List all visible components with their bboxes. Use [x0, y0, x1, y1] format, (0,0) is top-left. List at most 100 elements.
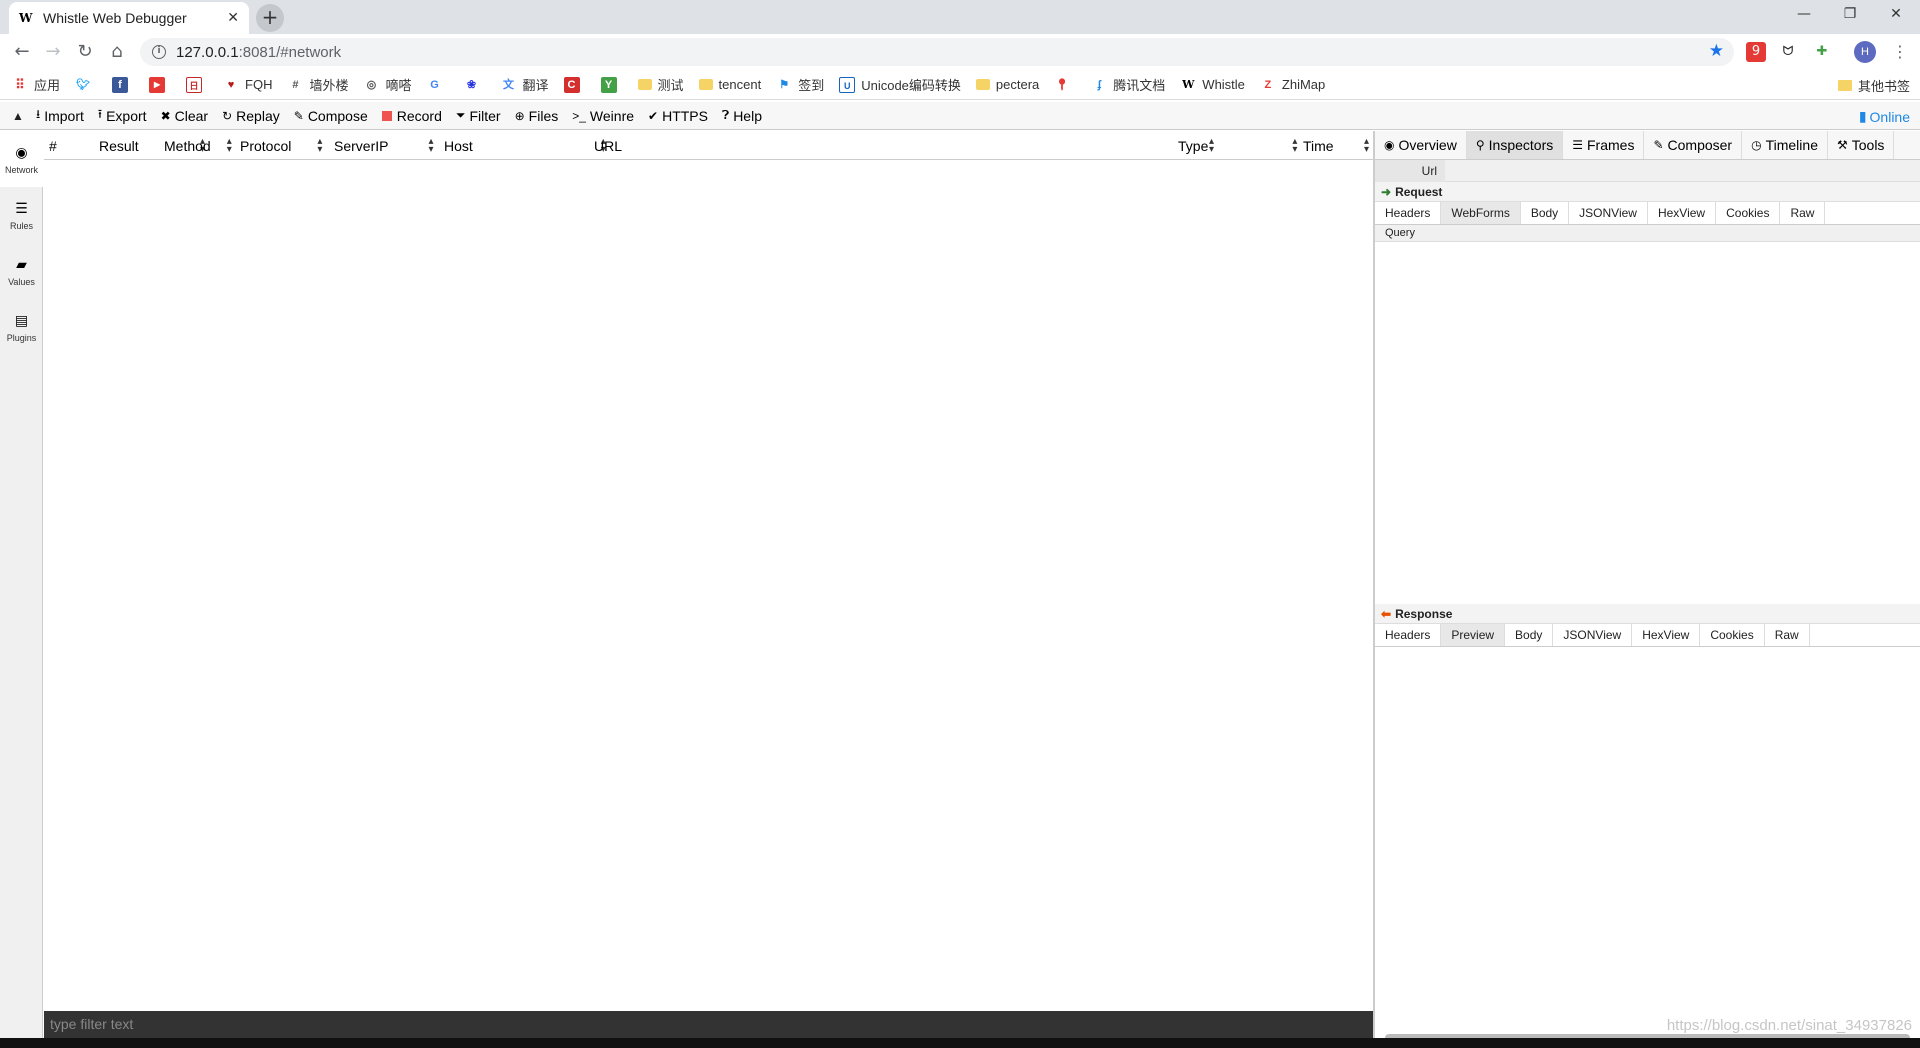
request-tab-raw[interactable]: Raw	[1780, 202, 1826, 224]
export-icon: ⭱	[97, 107, 103, 121]
weinre-button[interactable]: >_ Weinre	[572, 108, 634, 124]
reload-button[interactable]: ↻	[73, 40, 97, 64]
map-pin-icon: 📍︎	[1055, 78, 1070, 91]
tab-composer[interactable]: ✎ Composer	[1644, 131, 1743, 159]
address-bar[interactable]: i 127.0.0.1:8081/#network ★	[140, 38, 1734, 66]
bookmark-calendar[interactable]: 日	[186, 76, 208, 93]
apps-grid-icon: ⠿	[15, 76, 25, 92]
profile-avatar[interactable]: H	[1854, 41, 1876, 63]
extension-cat-icon[interactable]: ᗢ	[1778, 42, 1798, 62]
network-filter-input[interactable]: type filter text	[44, 1011, 1373, 1038]
bookmark-c[interactable]: C	[563, 76, 586, 93]
bookmark-zhimap[interactable]: Z ZhiMap	[1260, 77, 1326, 93]
arrow-left-icon: ⬅	[1381, 607, 1392, 621]
response-tab-headers[interactable]: Headers	[1375, 624, 1442, 646]
response-tab-jsonview[interactable]: JSONView	[1553, 624, 1633, 646]
url-row: Url	[1375, 160, 1920, 182]
compose-button[interactable]: ✎ Compose	[294, 108, 368, 124]
bookmark-other[interactable]: 其他书签	[1837, 76, 1910, 95]
response-tab-body[interactable]: Body	[1505, 624, 1554, 646]
help-button[interactable]: ❓︎ Help	[722, 108, 762, 124]
column-url[interactable]: URL ▴ ▾	[594, 137, 1214, 155]
collapse-chevron-icon[interactable]: ▲	[0, 109, 36, 123]
tab-overview[interactable]: ◉ Overview	[1375, 131, 1467, 159]
extension-puzzle-icon[interactable]: ✚	[1812, 42, 1832, 62]
request-tab-jsonview[interactable]: JSONView	[1569, 202, 1648, 224]
response-tab-cookies[interactable]: Cookies	[1700, 624, 1765, 646]
request-tab-webforms[interactable]: WebForms	[1441, 202, 1521, 224]
bookmark-fqh[interactable]: ♥ FQH	[223, 77, 273, 93]
bookmark-folder-tencent[interactable]: tencent	[698, 77, 761, 92]
replay-button[interactable]: ↻ Replay	[222, 108, 280, 124]
files-button[interactable]: ⊕ Files	[515, 108, 559, 124]
response-tab-preview[interactable]: Preview	[1441, 624, 1506, 646]
column-time[interactable]: Time ▴ ▾	[1303, 137, 1369, 155]
filter-button[interactable]: ⏷ Filter	[456, 108, 501, 124]
bookmark-signin[interactable]: ⚑ 签到	[776, 75, 824, 94]
restore-button[interactable]: ❐	[1827, 0, 1873, 30]
back-button[interactable]: ←	[10, 40, 34, 64]
question-icon: ❓︎	[721, 108, 730, 122]
minimize-button[interactable]: —	[1781, 0, 1827, 30]
sidebar-item-rules[interactable]: ☰ Rules	[0, 187, 43, 243]
bookmark-tencent-docs[interactable]: ʄ 腾讯文档	[1091, 75, 1165, 94]
bookmark-facebook[interactable]: f	[112, 76, 134, 93]
extension-red-icon[interactable]: 9	[1746, 42, 1766, 62]
bookmark-dida[interactable]: ◎ 嘀嗒	[363, 75, 412, 94]
search-icon: ⚲	[1475, 138, 1485, 152]
tab-timeline[interactable]: ◷ Timeline	[1742, 131, 1828, 159]
bookmark-whistle[interactable]: W Whistle	[1180, 77, 1245, 93]
close-window-button[interactable]: ✕	[1873, 0, 1919, 30]
bookmark-folder-pectera[interactable]: pectera	[975, 77, 1039, 92]
request-tab-cookies[interactable]: Cookies	[1716, 202, 1781, 224]
sidebar-item-plugins[interactable]: ▤ Plugins	[0, 299, 43, 355]
browser-menu-icon[interactable]: ⋮	[1890, 42, 1910, 62]
new-tab-button[interactable]: +	[256, 4, 284, 32]
sidebar-item-network[interactable]: ◉ Network	[0, 131, 43, 187]
site-info-icon[interactable]: i	[152, 45, 166, 59]
online-status-button[interactable]: ▮ Online	[1859, 108, 1910, 125]
request-tab-hexview[interactable]: HexView	[1648, 202, 1717, 224]
network-table-header: # Result ▴ ▾ Method ▴ ▾ Protocol ▴ ▾ ServerIP ▴…	[44, 131, 1373, 160]
bookmark-folder-test[interactable]: 测试	[637, 75, 684, 94]
request-tab-headers[interactable]: Headers	[1375, 202, 1442, 224]
bookmark-baidu[interactable]: ❀	[464, 77, 486, 93]
bookmark-unicode[interactable]: U Unicode编码转换	[839, 75, 961, 94]
export-button[interactable]: ⭱ Export	[98, 105, 147, 126]
terminal-icon: >_	[572, 108, 586, 123]
bookmark-apps[interactable]: ⠿ 应用	[12, 75, 60, 94]
bookmark-y[interactable]: Y	[600, 76, 623, 93]
clear-button[interactable]: ✖ Clear	[161, 108, 209, 124]
tab-inspectors[interactable]: ⚲ Inspectors	[1466, 131, 1564, 159]
tab-tools[interactable]: ⚒ Tools	[1828, 131, 1895, 159]
bookmark-youtube[interactable]: ▶	[149, 76, 171, 93]
bookmark-star-icon[interactable]: ★	[1709, 41, 1724, 61]
folder-icon	[637, 79, 652, 90]
bookmark-qiangwailou[interactable]: # 墙外楼	[287, 75, 348, 94]
response-tab-hexview[interactable]: HexView	[1632, 624, 1701, 646]
bookmark-twitter[interactable]: 🐦︎	[75, 77, 97, 93]
request-tabs: Headers WebForms Body JSONView HexView C…	[1375, 202, 1920, 225]
bookmark-translate[interactable]: 文翻译	[501, 75, 549, 94]
record-button[interactable]: Record	[381, 108, 442, 124]
request-tab-body[interactable]: Body	[1521, 202, 1570, 224]
query-header: Query	[1375, 225, 1920, 242]
tab-close-icon[interactable]: ✕	[227, 10, 239, 26]
os-taskbar	[0, 1038, 1920, 1048]
sort-icon: ▴ ▾	[1292, 136, 1298, 155]
url-text: 127.0.0.1:8081/#network	[176, 43, 342, 61]
sidebar-item-values[interactable]: ▰ Values	[0, 243, 43, 299]
bookmark-map[interactable]: 📍︎	[1054, 77, 1076, 93]
tab-frames[interactable]: ☰ Frames	[1563, 131, 1645, 159]
column-index[interactable]: #	[49, 138, 89, 154]
response-tab-raw[interactable]: Raw	[1765, 624, 1810, 646]
request-header: ➜ Request	[1375, 182, 1920, 202]
import-button[interactable]: ⭳ Import	[36, 105, 84, 126]
home-button[interactable]: ⌂	[105, 40, 129, 64]
https-button[interactable]: ✔ HTTPS	[648, 108, 708, 124]
left-sidebar: ◉ Network ☰ Rules ▰ Values ▤ Plugins	[0, 131, 43, 1048]
zhimap-icon: Z	[1264, 78, 1272, 91]
browser-tab[interactable]: W Whistle Web Debugger ✕	[9, 2, 249, 34]
forward-button[interactable]: →	[41, 40, 65, 64]
bookmark-google[interactable]: G	[427, 77, 449, 93]
